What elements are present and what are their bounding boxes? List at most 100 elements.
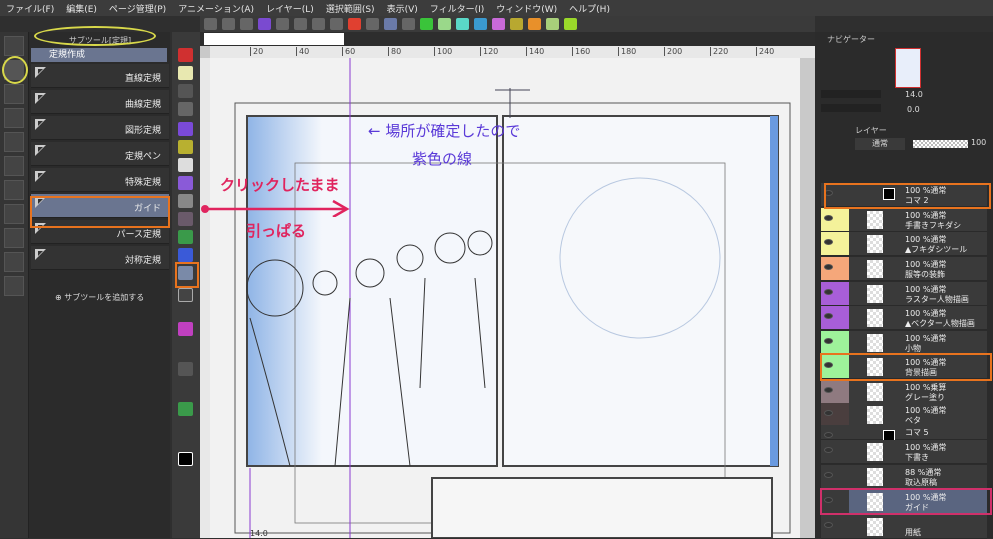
layer-row[interactable]: 88 %通常 取込原稿 bbox=[821, 465, 987, 489]
eraser-icon[interactable] bbox=[178, 102, 193, 116]
menu-item[interactable]: 表示(V) bbox=[387, 2, 418, 15]
layer-row[interactable]: 100 %通常 小物 bbox=[821, 331, 987, 355]
vector-icon[interactable] bbox=[178, 402, 193, 416]
main-color-swatch[interactable] bbox=[178, 452, 193, 466]
eye-icon[interactable] bbox=[824, 264, 833, 270]
folder-icon[interactable] bbox=[4, 252, 24, 272]
eye-icon[interactable] bbox=[824, 313, 833, 319]
wand-icon[interactable] bbox=[178, 84, 193, 98]
fill-icon[interactable] bbox=[330, 18, 343, 30]
folder-icon[interactable] bbox=[4, 204, 24, 224]
pen-preset-icon[interactable] bbox=[456, 18, 469, 30]
export-icon[interactable] bbox=[258, 18, 271, 30]
pen-preset-icon[interactable] bbox=[474, 18, 487, 30]
bucket-icon[interactable] bbox=[178, 194, 193, 208]
folder-icon[interactable] bbox=[4, 276, 24, 296]
eye-icon[interactable] bbox=[824, 522, 833, 528]
eraser-preset-icon[interactable] bbox=[492, 18, 505, 30]
eye-icon[interactable] bbox=[824, 289, 833, 295]
menu-icon[interactable] bbox=[204, 18, 217, 30]
layer-row[interactable]: 100 %通常 ▲ベクター人物描画 bbox=[821, 306, 987, 330]
menu-item[interactable]: ファイル(F) bbox=[6, 2, 54, 15]
eyedropper-icon[interactable] bbox=[178, 322, 193, 336]
transform-icon[interactable] bbox=[312, 18, 325, 30]
search-icon[interactable] bbox=[178, 362, 193, 376]
open-icon[interactable] bbox=[240, 18, 253, 30]
layer-row[interactable]: 100 %通常 ラスター人物描画 bbox=[821, 282, 987, 306]
pen-preset-icon[interactable] bbox=[420, 18, 433, 30]
layer-row[interactable]: 100 %通常 ベタ bbox=[821, 403, 987, 427]
canvas-area[interactable]: 20 40 60 80 100 120 140 160 180 200 220 240 ← 場所が確定… bbox=[200, 32, 815, 538]
layer-row[interactable]: 100 %乗算 グレー塗り bbox=[821, 380, 987, 404]
frame-icon[interactable] bbox=[178, 288, 193, 302]
fill-icon[interactable] bbox=[178, 140, 193, 154]
redo-icon[interactable] bbox=[294, 18, 307, 30]
horizontal-ruler[interactable]: 20 40 60 80 100 120 140 160 180 200 220 240 bbox=[210, 46, 815, 58]
eye-icon[interactable] bbox=[824, 432, 833, 438]
menu-item[interactable]: ウィンドウ(W) bbox=[496, 2, 557, 15]
folder-icon[interactable] bbox=[4, 156, 24, 176]
rotate-slider[interactable] bbox=[821, 104, 881, 112]
menu-item[interactable]: アニメーション(A) bbox=[178, 2, 254, 15]
subtool-item[interactable]: 曲線定規 bbox=[31, 90, 169, 114]
layer-row[interactable]: 100 %通常 ▲フキダシツール bbox=[821, 232, 987, 256]
menu-item[interactable]: フィルター(I) bbox=[430, 2, 485, 15]
subtool-group-header[interactable]: 定規作成 bbox=[31, 48, 167, 62]
layer-row[interactable]: 100 %通常 下書き bbox=[821, 440, 987, 464]
navigator-tab[interactable]: ナビゲーター bbox=[827, 34, 875, 45]
menu-item[interactable]: 編集(E) bbox=[66, 2, 97, 15]
brush-preset-icon[interactable] bbox=[564, 18, 577, 30]
add-subtool-button[interactable]: ⊕ サブツールを追加する bbox=[55, 292, 144, 303]
undo-icon[interactable] bbox=[276, 18, 289, 30]
layer-row[interactable]: 用紙 bbox=[821, 515, 987, 539]
snap-icon[interactable] bbox=[366, 18, 379, 30]
zoom-tool-icon[interactable] bbox=[4, 36, 24, 56]
eye-icon[interactable] bbox=[824, 410, 833, 416]
subtool-item[interactable]: 対称定規 bbox=[31, 246, 169, 270]
layer-row[interactable]: 100 %通常 服等の装飾 bbox=[821, 257, 987, 281]
move-icon[interactable] bbox=[178, 176, 193, 190]
menu-item[interactable]: レイヤー(L) bbox=[266, 2, 314, 15]
text-icon[interactable] bbox=[178, 248, 193, 262]
eye-icon[interactable] bbox=[824, 447, 833, 453]
tool-icon[interactable] bbox=[178, 48, 193, 62]
folder-icon[interactable] bbox=[4, 132, 24, 152]
pen-icon[interactable] bbox=[178, 122, 193, 136]
help-icon[interactable] bbox=[402, 18, 415, 30]
eye-icon[interactable] bbox=[824, 387, 833, 393]
menu-item[interactable]: ページ管理(P) bbox=[109, 2, 166, 15]
zoom-slider[interactable] bbox=[821, 90, 881, 98]
pen-preset-icon[interactable] bbox=[438, 18, 451, 30]
operation-tool-icon[interactable] bbox=[4, 84, 24, 104]
layer-row[interactable]: 100 %通常 手書きフキダシ bbox=[821, 208, 987, 232]
lasso-icon[interactable] bbox=[178, 66, 193, 80]
brush-preset-icon[interactable] bbox=[546, 18, 559, 30]
layer-tab[interactable]: レイヤー bbox=[855, 125, 887, 136]
menu-item[interactable]: ヘルプ(H) bbox=[569, 2, 610, 15]
new-file-icon[interactable] bbox=[222, 18, 235, 30]
folder-icon[interactable] bbox=[4, 180, 24, 200]
navigator-preview[interactable] bbox=[895, 48, 921, 88]
frame-preset-icon[interactable] bbox=[528, 18, 541, 30]
eye-icon[interactable] bbox=[824, 215, 833, 221]
layer-row[interactable]: コマ 5 bbox=[821, 425, 987, 442]
tone-icon[interactable] bbox=[178, 158, 193, 172]
fill-preset-icon[interactable] bbox=[510, 18, 523, 30]
balloon-icon[interactable] bbox=[178, 230, 193, 244]
vertical-ruler[interactable] bbox=[200, 58, 210, 538]
opacity-slider[interactable] bbox=[913, 140, 968, 148]
blend-mode-select[interactable]: 通常 bbox=[855, 138, 905, 150]
color-icon[interactable] bbox=[348, 18, 361, 30]
subtool-item[interactable]: 直線定規 bbox=[31, 64, 169, 88]
ruler-snap-icon[interactable] bbox=[384, 18, 397, 30]
folder-icon[interactable] bbox=[4, 228, 24, 248]
subtool-item[interactable]: 図形定規 bbox=[31, 116, 169, 140]
menu-item[interactable]: 選択範囲(S) bbox=[326, 2, 375, 15]
folder-icon[interactable] bbox=[4, 108, 24, 128]
subtool-item[interactable]: 定規ペン bbox=[31, 142, 169, 166]
eye-icon[interactable] bbox=[824, 239, 833, 245]
stamp-icon[interactable] bbox=[178, 212, 193, 226]
eye-icon[interactable] bbox=[824, 472, 833, 478]
eye-icon[interactable] bbox=[824, 338, 833, 344]
subtool-item[interactable]: 特殊定規 bbox=[31, 168, 169, 192]
